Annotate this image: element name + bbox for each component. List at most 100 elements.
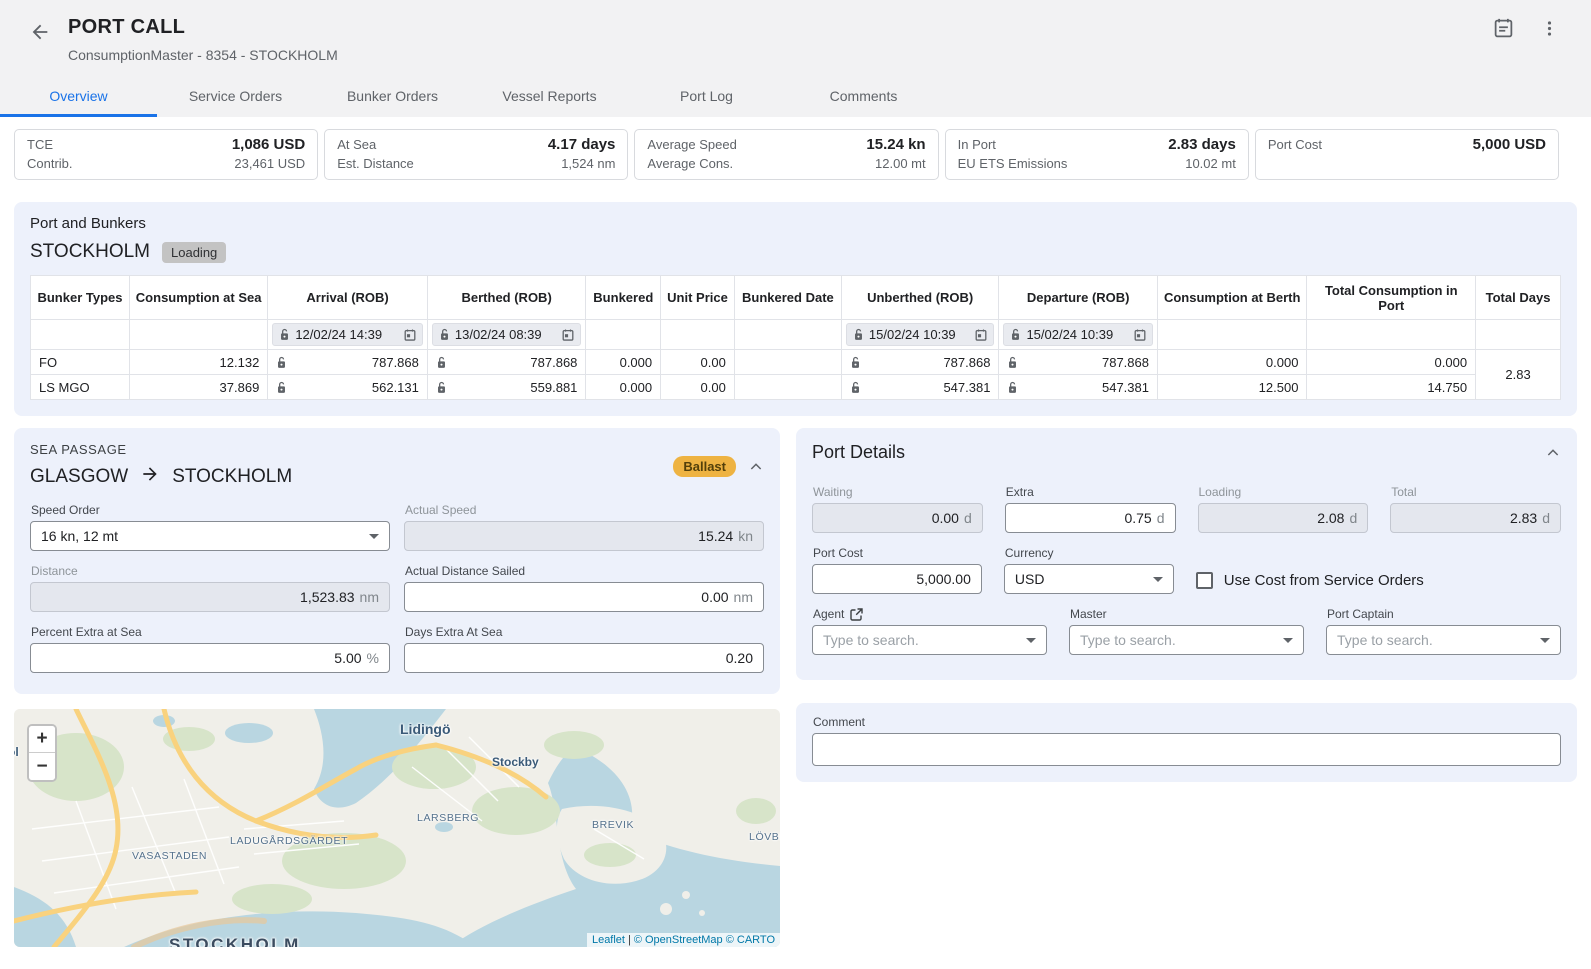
page-title: PORT CALL: [68, 16, 338, 39]
lock-icon[interactable]: [436, 381, 447, 394]
total-field: 2.83d: [1390, 503, 1561, 533]
lock-icon[interactable]: [1007, 381, 1018, 394]
extra-field[interactable]: 0.75d: [1005, 503, 1176, 533]
currency-select[interactable]: USD: [1004, 564, 1174, 594]
lock-icon[interactable]: [276, 381, 287, 394]
app-header: PORT CALL ConsumptionMaster - 8354 - STO…: [0, 0, 1591, 117]
port-captain-search-field[interactable]: [1326, 625, 1561, 655]
col-total-days: Total Days: [1476, 276, 1561, 320]
master-search-field[interactable]: [1069, 625, 1304, 655]
col-berthed-rob: Berthed (ROB): [427, 276, 586, 320]
col-unberthed-rob: Unberthed (ROB): [841, 276, 999, 320]
carto-link[interactable]: © CARTO: [726, 934, 775, 946]
collapse-chevron-icon[interactable]: [748, 459, 764, 475]
col-bunkered-date: Bunkered Date: [734, 276, 841, 320]
tab-port-log[interactable]: Port Log: [628, 77, 785, 117]
route: GLASGOW STOCKHOLM: [30, 464, 292, 490]
summary-card-tce: TCE1,086 USD Contrib.23,461 USD: [14, 129, 318, 180]
map-label-city: STOCKHOLM: [169, 935, 301, 947]
summary-card-port-cost: Port Cost5,000 USD: [1255, 129, 1559, 180]
sea-passage-section: SEA PASSAGE GLASGOW STOCKHOLM Ballast: [14, 428, 780, 694]
summary-cards: TCE1,086 USD Contrib.23,461 USD At Sea4.…: [14, 129, 1559, 180]
osm-link[interactable]: © OpenStreetMap: [634, 934, 723, 946]
col-departure-rob: Departure (ROB): [999, 276, 1158, 320]
berthed-date-field[interactable]: 13/02/24 08:39: [432, 323, 582, 346]
table-row-fo: FO 12.132 787.868 787.868 0.000 0.00 787…: [31, 350, 1561, 375]
calendar-icon[interactable]: [1134, 329, 1146, 341]
port-captain-search-input[interactable]: [1337, 632, 1532, 648]
lock-icon[interactable]: [439, 328, 450, 341]
summary-card-at-sea: At Sea4.17 days Est. Distance1,524 nm: [324, 129, 628, 180]
status-badge: Loading: [162, 242, 226, 263]
days-extra-at-sea-field[interactable]: 0.20: [404, 643, 764, 673]
lock-icon[interactable]: [853, 328, 864, 341]
col-bunkered: Bunkered: [586, 276, 661, 320]
tab-overview[interactable]: Overview: [0, 77, 157, 117]
tab-comments[interactable]: Comments: [785, 77, 942, 117]
calendar-icon[interactable]: [404, 329, 416, 341]
col-total-consumption-in-port: Total Consumption in Port: [1307, 276, 1476, 320]
leaflet-link[interactable]: Leaflet: [592, 934, 625, 946]
chevron-down-icon: [1540, 638, 1550, 643]
loading-field: 2.08d: [1198, 503, 1369, 533]
map-label: LARSBERG: [417, 812, 479, 824]
summary-card-in-port: In Port2.83 days EU ETS Emissions10.02 m…: [945, 129, 1249, 180]
tab-bunker-orders[interactable]: Bunker Orders: [314, 77, 471, 117]
speed-order-select[interactable]: 16 kn, 12 mt: [30, 521, 390, 551]
to-port: STOCKHOLM: [172, 466, 292, 488]
page-subtitle: ConsumptionMaster - 8354 - STOCKHOLM: [68, 47, 338, 63]
map-label: ol: [14, 745, 19, 759]
zoom-out-button[interactable]: −: [29, 753, 55, 780]
map-label: VASASTADEN: [132, 850, 207, 862]
collapse-chevron-icon[interactable]: [1545, 445, 1561, 461]
lock-icon[interactable]: [279, 328, 290, 341]
agent-search-input[interactable]: [823, 632, 1018, 648]
event-calendar-icon[interactable]: [1491, 16, 1515, 40]
lock-icon[interactable]: [850, 356, 861, 369]
lock-icon[interactable]: [276, 356, 287, 369]
main-content: TCE1,086 USD Contrib.23,461 USD At Sea4.…: [0, 129, 1591, 947]
unberthed-date-field[interactable]: 15/02/24 10:39: [846, 323, 995, 346]
actual-speed-field: 15.24kn: [404, 521, 764, 551]
calendar-icon[interactable]: [975, 329, 987, 341]
map[interactable]: Lidingö Stockby LARSBERG BREVIK LÖVBER V…: [14, 709, 780, 947]
master-search-input[interactable]: [1080, 632, 1275, 648]
checkbox-icon[interactable]: [1196, 572, 1213, 589]
summary-card-average-speed: Average Speed15.24 kn Average Cons.12.00…: [634, 129, 938, 180]
section-label: SEA PASSAGE: [30, 442, 292, 457]
use-cost-checkbox[interactable]: Use Cost from Service Orders: [1196, 572, 1561, 589]
col-consumption-at-sea: Consumption at Sea: [129, 276, 267, 320]
map-label: LADUGÅRDSGÄRDET: [230, 835, 348, 847]
kebab-menu-icon[interactable]: [1537, 16, 1561, 40]
external-link-icon[interactable]: [850, 608, 863, 621]
departure-date-field[interactable]: 15/02/24 10:39: [1003, 323, 1153, 346]
bunker-type-cell: LS MGO: [31, 375, 130, 400]
map-label: Lidingö: [400, 721, 451, 737]
back-button[interactable]: [26, 18, 54, 46]
port-name: STOCKHOLM: [30, 241, 150, 263]
comment-input[interactable]: [812, 733, 1561, 766]
map-label: BREVIK: [592, 819, 634, 831]
col-consumption-at-berth: Consumption at Berth: [1157, 276, 1306, 320]
agent-search-field[interactable]: [812, 625, 1047, 655]
arrival-date-field[interactable]: 12/02/24 14:39: [272, 323, 423, 346]
percent-extra-at-sea-field[interactable]: 5.00%: [30, 643, 390, 673]
tab-service-orders[interactable]: Service Orders: [157, 77, 314, 117]
table-date-row: 12/02/24 14:39 13/02/24 08:39: [31, 320, 1561, 350]
bunker-type-cell: FO: [31, 350, 130, 375]
lock-icon[interactable]: [436, 356, 447, 369]
col-arrival-rob: Arrival (ROB): [268, 276, 428, 320]
distance-field: 1,523.83nm: [30, 582, 390, 612]
tab-vessel-reports[interactable]: Vessel Reports: [471, 77, 628, 117]
port-cost-field[interactable]: 5,000.00: [812, 564, 982, 594]
zoom-in-button[interactable]: +: [29, 726, 55, 753]
lock-icon[interactable]: [1007, 356, 1018, 369]
actual-distance-sailed-field[interactable]: 0.00nm: [404, 582, 764, 612]
map-label: Stockby: [492, 755, 539, 769]
lock-icon[interactable]: [850, 381, 861, 394]
total-days-cell: 2.83: [1476, 350, 1561, 400]
calendar-icon[interactable]: [562, 329, 574, 341]
waiting-field: 0.00d: [812, 503, 983, 533]
chevron-down-icon: [369, 534, 379, 539]
lock-icon[interactable]: [1010, 328, 1021, 341]
